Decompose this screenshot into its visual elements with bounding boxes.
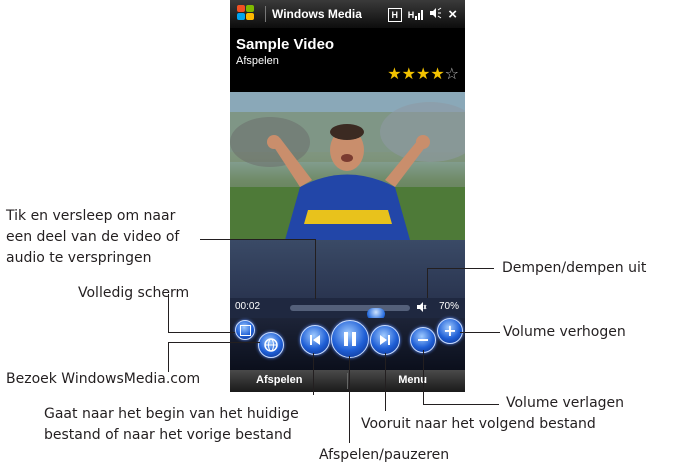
- callout-fullscreen: Volledig scherm: [78, 285, 190, 301]
- callout-mute: Dempen/dempen uit: [502, 260, 647, 276]
- playback-controls: +: [230, 318, 465, 370]
- video-frame[interactable]: [230, 92, 465, 240]
- track-title: Sample Video: [236, 36, 335, 53]
- leader-play-pause: [349, 356, 350, 443]
- volume-up-button[interactable]: +: [437, 318, 463, 344]
- signal-icon[interactable]: H: [408, 9, 424, 20]
- leader-seek-h: [200, 239, 315, 240]
- leader-website-h: [168, 342, 260, 343]
- volume-level: 70%: [438, 301, 459, 312]
- track-status: Afspelen: [236, 55, 279, 67]
- star-icon[interactable]: ★: [416, 64, 430, 83]
- rating-stars[interactable]: ★★★★☆: [387, 64, 459, 83]
- leader-mute-h: [427, 268, 494, 269]
- callout-volume-up: Volume verhogen: [503, 324, 626, 340]
- star-icon[interactable]: ★: [430, 64, 444, 83]
- leader-volume-up: [460, 332, 500, 333]
- video-image: [230, 92, 465, 240]
- volume-up-icon: +: [443, 321, 457, 340]
- volume-down-icon: [418, 338, 428, 342]
- callout-previous: Gaat naar het begin van het huidige best…: [44, 406, 299, 443]
- callout-volume-down: Volume verlagen: [506, 395, 625, 411]
- windowsmedia-website-button[interactable]: [258, 332, 284, 358]
- title-bar: Windows Media H H ×: [230, 0, 465, 28]
- next-icon: [380, 335, 390, 345]
- globe-icon: [264, 338, 278, 352]
- pause-icon: [344, 332, 356, 346]
- app-title: Windows Media: [272, 7, 362, 21]
- elapsed-time: 00:02: [235, 301, 261, 312]
- leader-previous: [313, 353, 314, 395]
- mute-icon[interactable]: [417, 301, 427, 316]
- callout-seek: Tik en versleep om naar een deel van de …: [6, 208, 180, 266]
- leader-fullscreen-h: [168, 332, 235, 333]
- speaker-icon[interactable]: [429, 7, 442, 22]
- leader-next: [385, 353, 386, 411]
- softkey-separator: [347, 373, 348, 389]
- now-playing-header: Sample Video Afspelen ★★★★☆: [230, 28, 465, 92]
- leader-volume-down-h: [423, 404, 499, 405]
- star-icon[interactable]: ★: [387, 64, 401, 83]
- star-icon[interactable]: ★: [402, 64, 416, 83]
- status-icons: H H ×: [387, 6, 457, 23]
- star-icon[interactable]: ☆: [445, 64, 459, 83]
- leader-fullscreen-v: [168, 294, 169, 333]
- play-pause-button[interactable]: [331, 320, 369, 358]
- leader-mute-v: [427, 268, 428, 298]
- fullscreen-button[interactable]: [235, 320, 255, 340]
- windows-logo-icon[interactable]: [237, 5, 259, 23]
- callout-play-pause: Afspelen/pauzeren: [319, 447, 450, 463]
- phone-screen: Windows Media H H × Sample Video Afspele…: [230, 0, 465, 392]
- previous-icon: [310, 335, 320, 345]
- leader-website-v: [168, 342, 169, 372]
- seek-bar[interactable]: [290, 305, 410, 320]
- close-icon[interactable]: ×: [448, 6, 457, 23]
- softkey-bar: Afspelen Menu: [230, 370, 465, 392]
- previous-button[interactable]: [300, 325, 330, 355]
- softkey-play[interactable]: Afspelen: [256, 374, 302, 386]
- callout-next: Vooruit naar het volgend bestand: [361, 416, 596, 432]
- title-separator: [265, 6, 266, 22]
- callout-website: Bezoek WindowsMedia.com: [6, 371, 201, 387]
- video-letterbox: [230, 240, 465, 298]
- seek-row: 00:02 70%: [230, 298, 465, 320]
- leader-seek-v: [315, 239, 316, 299]
- leader-volume-down-v: [423, 350, 424, 405]
- next-button[interactable]: [370, 325, 400, 355]
- fullscreen-icon: [239, 324, 251, 336]
- network-icon[interactable]: H: [387, 7, 402, 22]
